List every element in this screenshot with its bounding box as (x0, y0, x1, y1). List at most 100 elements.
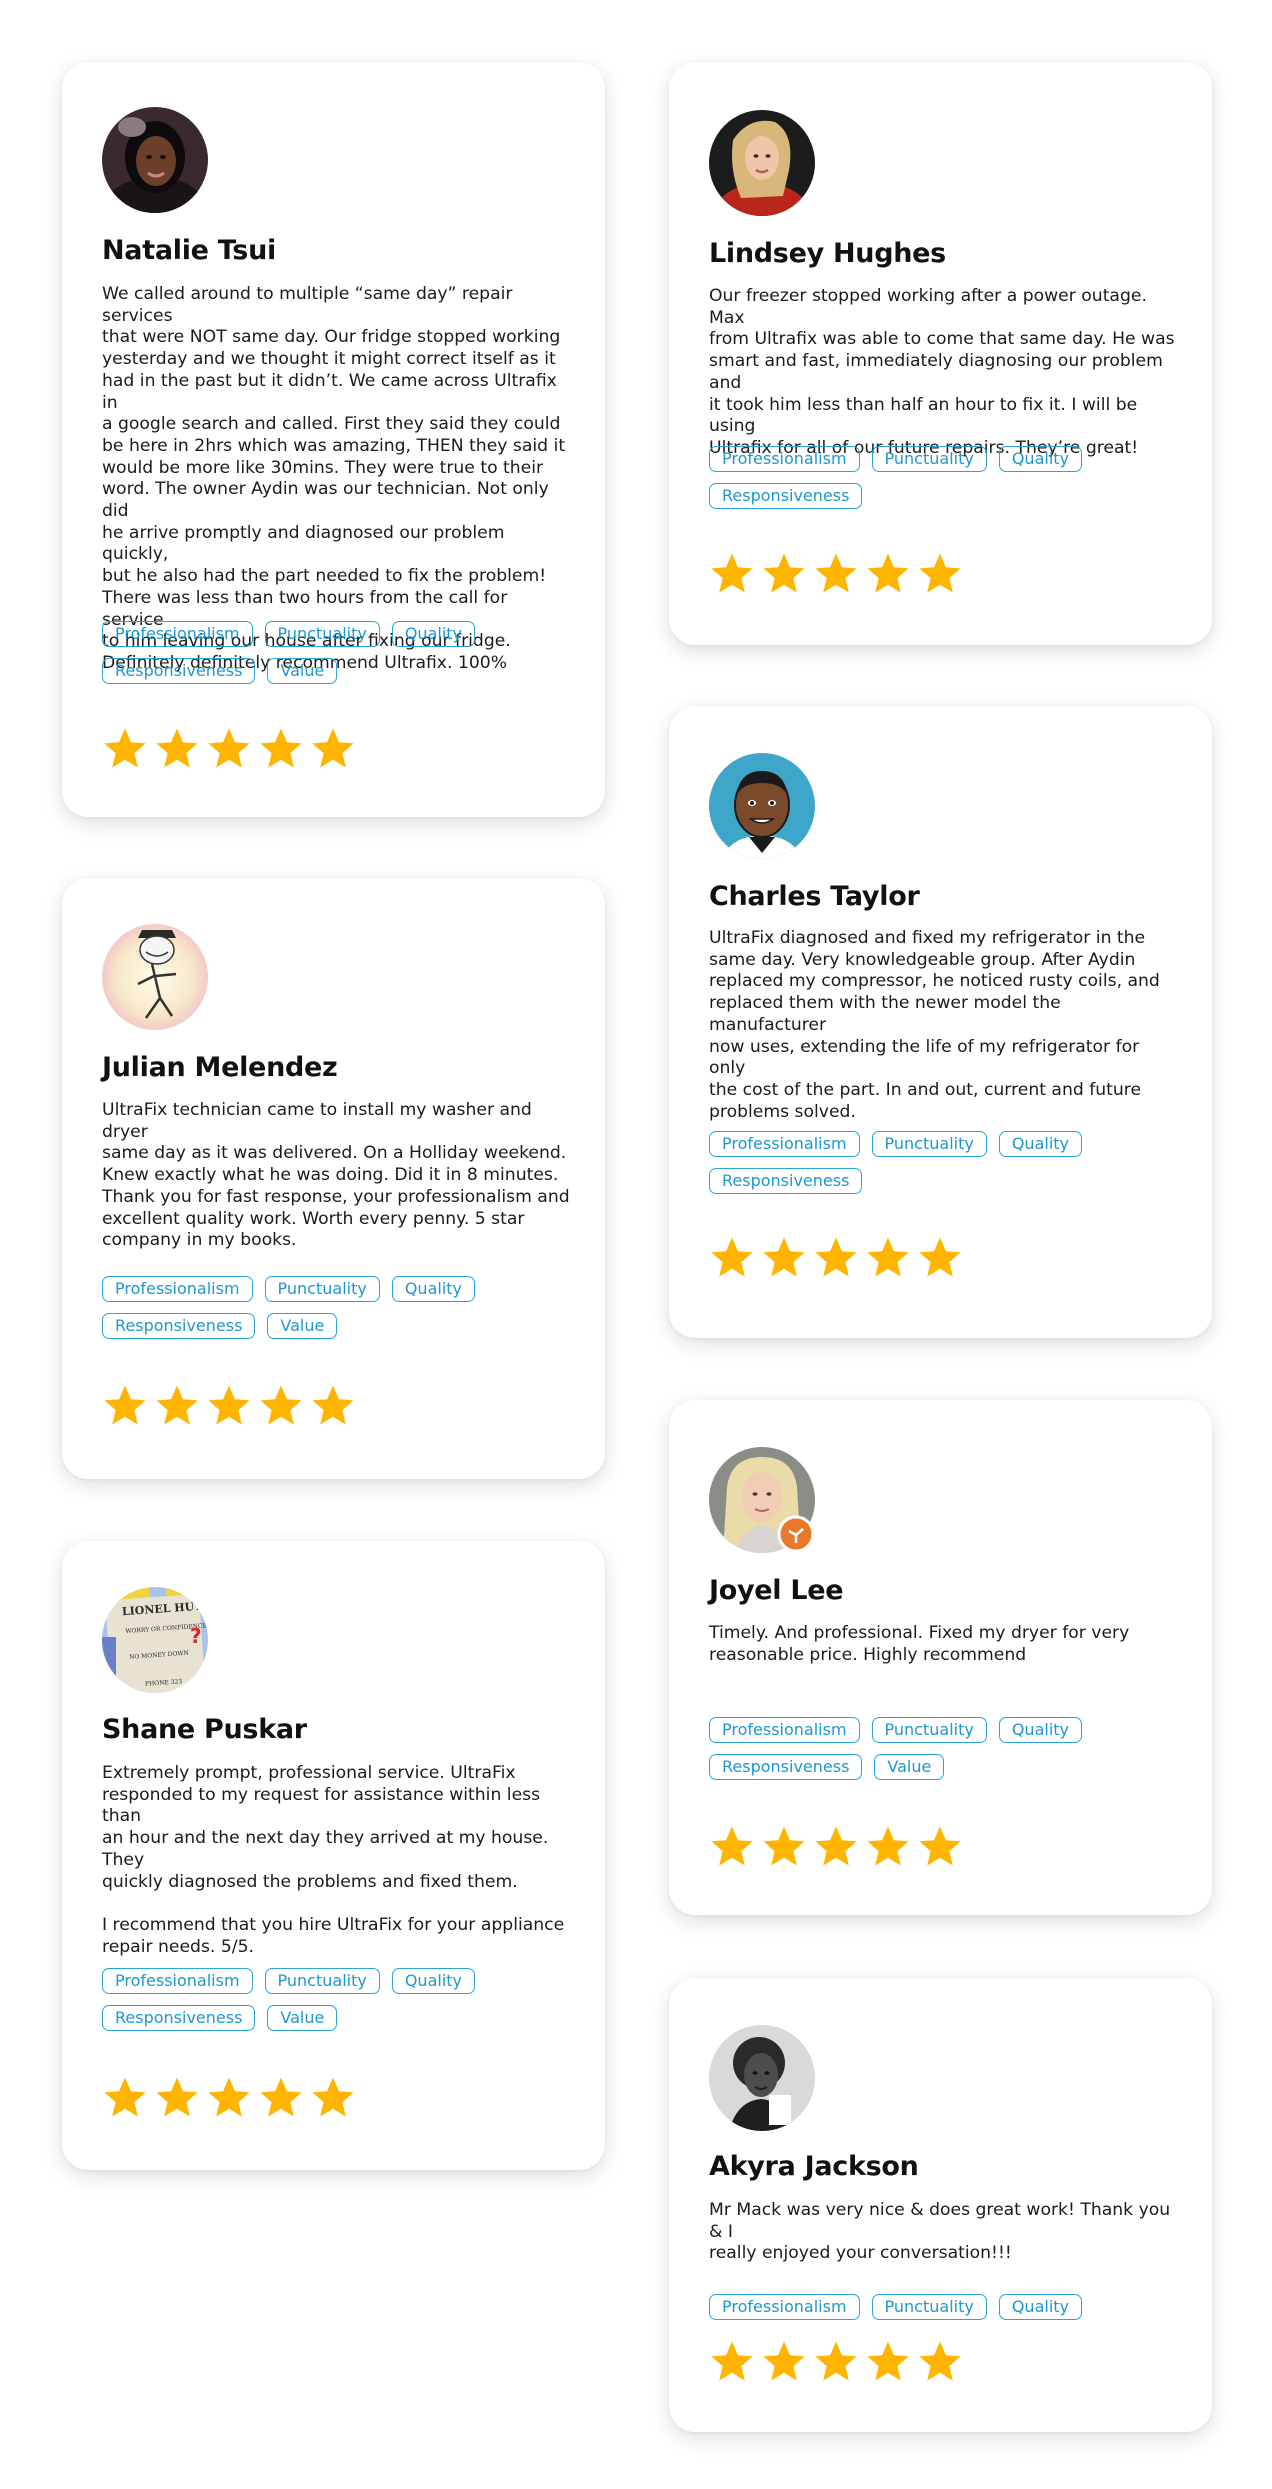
avatar: LIONEL HUT WORRY OR CONFIDENCE ? NO MONE… (102, 1587, 208, 1693)
reviewer-name: Charles Taylor (709, 881, 920, 912)
star-icon (156, 1385, 198, 1425)
tag-responsiveness[interactable]: Responsiveness (102, 2005, 256, 2031)
reviewer-name: Akyra Jackson (709, 2151, 919, 2182)
star-icon (867, 553, 909, 593)
star-rating (709, 1235, 963, 1281)
star-icon (711, 1237, 753, 1277)
review-card: Charles Taylor UltraFix diagnosed and fi… (669, 706, 1212, 1338)
star-icon (867, 2341, 909, 2381)
avatar-photo-icon (709, 110, 815, 216)
tag-professionalism[interactable]: Professionalism (709, 1717, 860, 1743)
avatar-cartoon-icon (709, 753, 815, 859)
tag-punctuality[interactable]: Punctuality (871, 1131, 987, 1157)
reviewer-name: Lindsey Hughes (709, 238, 946, 269)
tag-quality[interactable]: Quality (998, 2294, 1082, 2320)
star-icon (208, 1385, 250, 1425)
star-icon (711, 2341, 753, 2381)
avatar-photo-icon (709, 2025, 815, 2131)
star-rating (709, 551, 963, 597)
review-text: UltraFix technician came to install my w… (102, 1100, 570, 1251)
tag-quality[interactable]: Quality (391, 621, 475, 647)
tag-punctuality[interactable]: Punctuality (871, 2294, 987, 2320)
star-icon (919, 553, 961, 593)
star-rating (709, 1824, 963, 1870)
avatar (709, 1447, 815, 1553)
star-icon (104, 1385, 146, 1425)
star-rating (709, 2339, 963, 2385)
svg-text:?: ? (190, 1624, 202, 1648)
tag-quality[interactable]: Quality (998, 1717, 1082, 1743)
reviewer-name: Natalie Tsui (102, 235, 276, 266)
tag-list: Professionalism Punctuality Quality Resp… (709, 446, 1109, 509)
avatar (709, 753, 815, 859)
star-icon (260, 2077, 302, 2117)
tag-value[interactable]: Value (874, 1754, 945, 1780)
review-card: Akyra Jackson Mr Mack was very nice & do… (669, 1978, 1212, 2432)
star-icon (763, 553, 805, 593)
star-icon (104, 2077, 146, 2117)
tag-quality[interactable]: Quality (391, 1276, 475, 1302)
review-text: We called around to multiple “same day” … (102, 284, 566, 673)
review-text: UltraFix diagnosed and fixed my refriger… (709, 928, 1160, 1122)
star-icon (815, 553, 857, 593)
star-icon (208, 728, 250, 768)
star-icon (156, 728, 198, 768)
tag-value[interactable]: Value (267, 1313, 338, 1339)
tag-value[interactable]: Value (267, 2005, 338, 2031)
star-icon (919, 1826, 961, 1866)
tag-list: Professionalism Punctuality Quality Resp… (102, 1276, 502, 1339)
tag-responsiveness[interactable]: Responsiveness (102, 658, 256, 684)
tag-professionalism[interactable]: Professionalism (102, 621, 253, 647)
review-card: LIONEL HUT WORRY OR CONFIDENCE ? NO MONE… (62, 1541, 605, 2170)
star-icon (763, 1826, 805, 1866)
star-icon (312, 2077, 354, 2117)
tag-professionalism[interactable]: Professionalism (709, 446, 860, 472)
tag-list: Professionalism Punctuality Quality Resp… (709, 1717, 1109, 1780)
tag-responsiveness[interactable]: Responsiveness (709, 1168, 863, 1194)
tag-punctuality[interactable]: Punctuality (871, 446, 987, 472)
tag-quality[interactable]: Quality (998, 446, 1082, 472)
avatar-drawing-icon (102, 924, 208, 1030)
tag-professionalism[interactable]: Professionalism (102, 1968, 253, 1994)
star-icon (763, 2341, 805, 2381)
tag-quality[interactable]: Quality (391, 1968, 475, 1994)
review-text: Mr Mack was very nice & does great work!… (709, 2200, 1171, 2264)
tag-list: Professionalism Punctuality Quality Resp… (102, 1968, 502, 2031)
star-icon (815, 1237, 857, 1277)
star-rating (102, 2075, 356, 2121)
tag-list: Professionalism Punctuality Quality Resp… (709, 1131, 1109, 1194)
tag-punctuality[interactable]: Punctuality (264, 1276, 380, 1302)
review-text: Our freezer stopped working after a powe… (709, 286, 1175, 458)
tag-list: Professionalism Punctuality Quality Resp… (102, 621, 502, 684)
star-icon (763, 1237, 805, 1277)
star-icon (104, 728, 146, 768)
star-icon (711, 1826, 753, 1866)
star-icon (208, 2077, 250, 2117)
star-rating (102, 1383, 356, 1429)
tag-responsiveness[interactable]: Responsiveness (709, 483, 863, 509)
reviewer-name: Shane Puskar (102, 1714, 307, 1745)
star-icon (867, 1826, 909, 1866)
tag-professionalism[interactable]: Professionalism (102, 1276, 253, 1302)
avatar (709, 110, 815, 216)
star-icon (919, 1237, 961, 1277)
tag-responsiveness[interactable]: Responsiveness (102, 1313, 256, 1339)
avatar-sign-icon: LIONEL HUT WORRY OR CONFIDENCE ? NO MONE… (102, 1587, 208, 1693)
star-icon (260, 1385, 302, 1425)
tag-punctuality[interactable]: Punctuality (264, 621, 380, 647)
tag-punctuality[interactable]: Punctuality (264, 1968, 380, 1994)
review-text: Extremely prompt, professional service. … (102, 1763, 565, 1957)
star-icon (815, 2341, 857, 2381)
avatar-photo-icon (709, 1447, 815, 1553)
tag-punctuality[interactable]: Punctuality (871, 1717, 987, 1743)
tag-professionalism[interactable]: Professionalism (709, 1131, 860, 1157)
star-rating (102, 726, 356, 772)
reviewer-name: Joyel Lee (709, 1575, 844, 1606)
tag-value[interactable]: Value (267, 658, 338, 684)
review-card: Lindsey Hughes Our freezer stopped worki… (669, 62, 1212, 645)
tag-quality[interactable]: Quality (998, 1131, 1082, 1157)
star-icon (312, 728, 354, 768)
star-icon (260, 728, 302, 768)
tag-responsiveness[interactable]: Responsiveness (709, 1754, 863, 1780)
tag-professionalism[interactable]: Professionalism (709, 2294, 860, 2320)
